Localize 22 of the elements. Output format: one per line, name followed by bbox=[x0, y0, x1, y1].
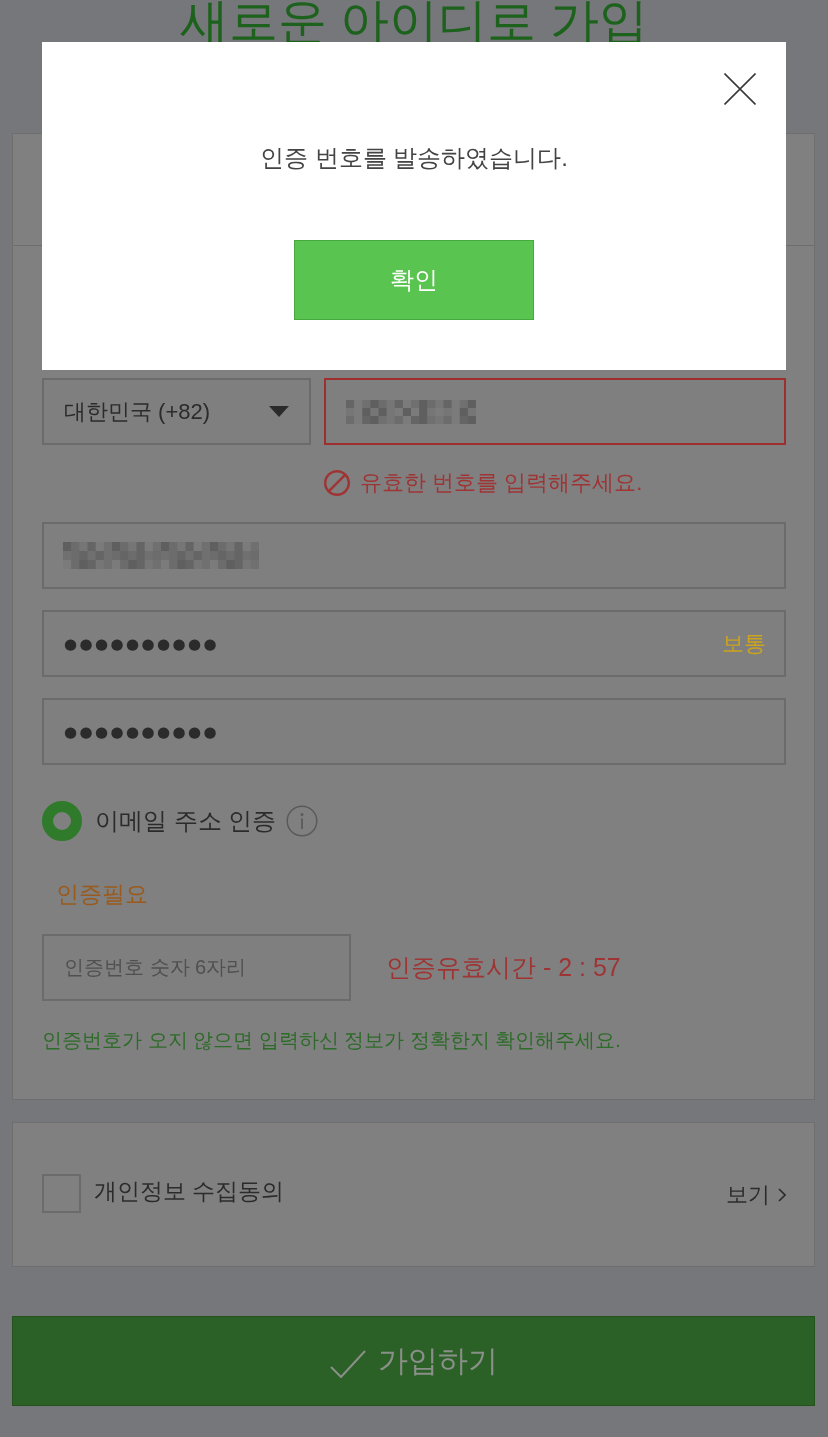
dialog-message: 인증 번호를 발송하였습니다. bbox=[260, 143, 568, 173]
error-message: 유효한 번호를 입력해주세요. bbox=[360, 469, 643, 497]
strength-label: 보통 bbox=[722, 629, 766, 658]
consent-label: 개인정보 수집동의 bbox=[94, 1177, 285, 1206]
prohibited-icon bbox=[324, 470, 350, 496]
chevron-right-icon bbox=[778, 1187, 786, 1202]
join-button[interactable]: 가입하기 bbox=[12, 1316, 815, 1406]
close-icon[interactable] bbox=[724, 73, 756, 105]
radio-label: 이메일 주소 인증 bbox=[95, 806, 277, 836]
confirm-button[interactable]: 확인 bbox=[294, 240, 534, 320]
check-icon bbox=[329, 1350, 366, 1378]
timer-text: 인증유효시간 - 2 : 57 bbox=[386, 952, 621, 983]
email-field[interactable] bbox=[42, 522, 786, 589]
status-label: 인증필요 bbox=[55, 880, 148, 909]
phone-number-field[interactable] bbox=[324, 378, 786, 445]
view-link[interactable]: 보기 bbox=[726, 1179, 786, 1210]
password-confirm-field[interactable]: ●●●●●●●●●● bbox=[42, 698, 786, 765]
radio-button[interactable] bbox=[42, 801, 82, 841]
country-select[interactable]: 대한민국 (+82) bbox=[42, 378, 311, 445]
hint-text: 인증번호가 오지 않으면 입력하신 정보가 정확한지 확인해주세요. bbox=[42, 1028, 621, 1053]
caret-icon bbox=[269, 406, 289, 417]
info-icon[interactable] bbox=[286, 805, 319, 837]
